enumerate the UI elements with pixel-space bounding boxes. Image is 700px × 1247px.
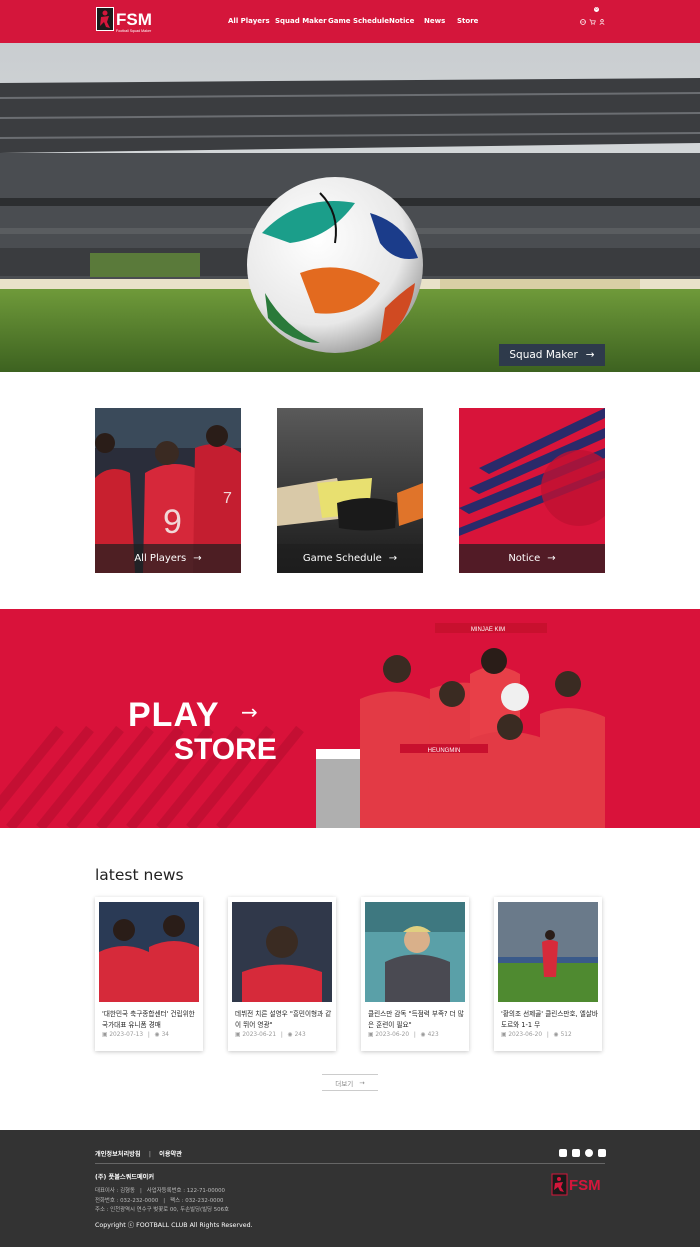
card-bar: Game Schedule →: [277, 544, 423, 573]
play-label: PLAY: [128, 696, 220, 734]
site-footer: 개인정보처리방침 | 이용약관 (주) 풋볼스쿼드메이커 대표이사 : 김형동 |…: [0, 1130, 700, 1247]
news-headline: 클린스만 감독 "득점력 부족? 더 많은 훈련이 필요": [368, 1010, 464, 1029]
news-card[interactable]: 클린스만 감독 "득점력 부족? 더 많은 훈련이 필요" ▣ 2023-06-…: [361, 897, 469, 1051]
news-date: 2023-06-21: [242, 1032, 277, 1038]
news-date: 2023-06-20: [375, 1032, 410, 1038]
nav-notice[interactable]: Notice: [389, 17, 414, 25]
svg-text:7: 7: [223, 490, 232, 507]
arrow-right-icon: →: [359, 1078, 365, 1087]
news-image: [365, 902, 465, 1002]
eye-icon: ◉: [420, 1032, 426, 1038]
footer-divider: |: [148, 1151, 151, 1158]
facebook-icon[interactable]: [559, 1149, 567, 1157]
calendar-icon: ▣: [501, 1032, 507, 1038]
calendar-icon: ▣: [102, 1032, 108, 1038]
news-views: 423: [427, 1032, 439, 1038]
svg-text:FSM: FSM: [569, 1177, 601, 1194]
news-views: 512: [560, 1032, 572, 1038]
calendar-icon: ▣: [235, 1032, 241, 1038]
news-headline: '황의조 선제골' 클린스만호, 엘살바도르와 1-1 무: [501, 1010, 598, 1029]
company-info-line: 전화번호 : 032-232-0000 | 팩스 : 032-232-0000: [95, 1198, 224, 1204]
news-card[interactable]: 데뷔전 치른 설영우 "흥민이형과 같이 뛰어 영광" ▣ 2023-06-21…: [228, 897, 336, 1051]
news-image: [498, 902, 598, 1002]
nav-squad-maker[interactable]: Squad Maker: [275, 17, 327, 25]
svg-text:Football Squad Maker: Football Squad Maker: [116, 29, 152, 33]
news-views: 34: [161, 1032, 169, 1038]
news-meta: ▣ 2023-06-20 | ◉ 423: [368, 1032, 439, 1038]
svg-text:FSM: FSM: [116, 10, 152, 29]
news-image: [99, 902, 199, 1002]
arrow-right-icon: →: [193, 553, 202, 564]
eye-icon: ◉: [287, 1032, 293, 1038]
copyright: Copyright ⓒ FOOTBALL CLUB All Rights Res…: [95, 1222, 253, 1229]
news-date: 2023-07-13: [109, 1032, 144, 1038]
company-name: (주) 풋볼스쿼드메이커: [95, 1174, 155, 1181]
news-views: 243: [294, 1032, 306, 1038]
players-group: [316, 623, 605, 828]
user-icon[interactable]: [599, 10, 605, 29]
talk-icon[interactable]: [585, 1149, 593, 1157]
footer-logo: FSM: [551, 1173, 605, 1202]
site-logo[interactable]: FSM Football Squad Maker: [95, 6, 157, 34]
store-label: STORE: [174, 733, 277, 766]
youtube-icon[interactable]: [598, 1149, 606, 1157]
news-meta: ▣ 2023-06-21 | ◉ 243: [235, 1032, 306, 1038]
arrow-right-icon: →: [585, 349, 595, 361]
footer-links: 개인정보처리방침 | 이용약관: [95, 1149, 182, 1158]
news-date: 2023-06-20: [508, 1032, 543, 1038]
card-label: Notice: [508, 553, 541, 564]
site-header: FSM Football Squad Maker All Players Squ…: [0, 0, 700, 43]
card-game-schedule[interactable]: Game Schedule →: [277, 408, 423, 573]
svg-text:9: 9: [163, 503, 182, 541]
squad-maker-label: Squad Maker: [509, 349, 578, 361]
nav-all-players[interactable]: All Players: [228, 17, 270, 25]
news-meta: ▣ 2023-07-13 | ◉ 34: [102, 1032, 169, 1038]
hero-banner: Squad Maker →: [0, 43, 700, 372]
card-bar: Notice →: [459, 544, 605, 573]
calendar-icon: ▣: [368, 1032, 374, 1038]
eye-icon: ◉: [154, 1032, 160, 1038]
card-notice[interactable]: Notice →: [459, 408, 605, 573]
arrow-right-icon: →: [547, 553, 556, 564]
globe-icon[interactable]: [580, 10, 586, 29]
squad-maker-button[interactable]: Squad Maker →: [499, 344, 605, 366]
more-button[interactable]: 더보기 →: [322, 1074, 378, 1091]
news-headline: '대한민국 축구종합센터' 건립위한 국가대표 유니폼 경매: [102, 1010, 195, 1029]
play-store-banner[interactable]: MINJAE KIM HEUNGMIN PLAY → STORE: [0, 609, 700, 828]
stadium-ball-image: [0, 43, 700, 372]
nav-store[interactable]: Store: [457, 17, 478, 25]
card-all-players[interactable]: 9 7 All Players →: [95, 408, 241, 573]
news-headline: 데뷔전 치른 설영우 "흥민이형과 같이 뛰어 영광": [235, 1010, 332, 1029]
banner-stripes: MINJAE KIM HEUNGMIN: [0, 623, 605, 828]
company-address: 주소 : 인천광역시 연수구 벚꽃로 00, 두손빌딩(빌딩 506호: [95, 1207, 229, 1213]
svg-text:HEUNGMIN: HEUNGMIN: [428, 748, 461, 754]
section-title: latest news: [95, 866, 184, 884]
social-icons: [559, 1149, 606, 1157]
news-meta: ▣ 2023-06-20 | ◉ 512: [501, 1032, 572, 1038]
more-label: 더보기: [335, 1079, 354, 1088]
terms-link[interactable]: 이용약관: [159, 1151, 182, 1158]
card-label: All Players: [134, 553, 187, 564]
instagram-icon[interactable]: [572, 1149, 580, 1157]
card-label: Game Schedule: [302, 553, 382, 564]
svg-text:MINJAE KIM: MINJAE KIM: [471, 627, 505, 633]
arrow-right-icon: →: [388, 553, 398, 564]
news-card[interactable]: '황의조 선제골' 클린스만호, 엘살바도르와 1-1 무 ▣ 2023-06-…: [494, 897, 602, 1051]
card-bar: All Players →: [95, 544, 241, 573]
cart-icon[interactable]: [589, 10, 596, 29]
nav-news[interactable]: News: [424, 17, 445, 25]
footer-divider-line: [95, 1163, 605, 1164]
news-card[interactable]: '대한민국 축구종합센터' 건립위한 국가대표 유니폼 경매 ▣ 2023-07…: [95, 897, 203, 1051]
news-image: [232, 902, 332, 1002]
nav-game-schedule[interactable]: Game Schedule: [328, 17, 389, 25]
privacy-link[interactable]: 개인정보처리방침: [95, 1151, 141, 1158]
company-info-line: 대표이사 : 김형동 | 사업자등록번호 : 122-71-00000: [95, 1188, 225, 1194]
eye-icon: ◉: [553, 1032, 559, 1038]
arrow-right-icon: →: [241, 700, 258, 724]
